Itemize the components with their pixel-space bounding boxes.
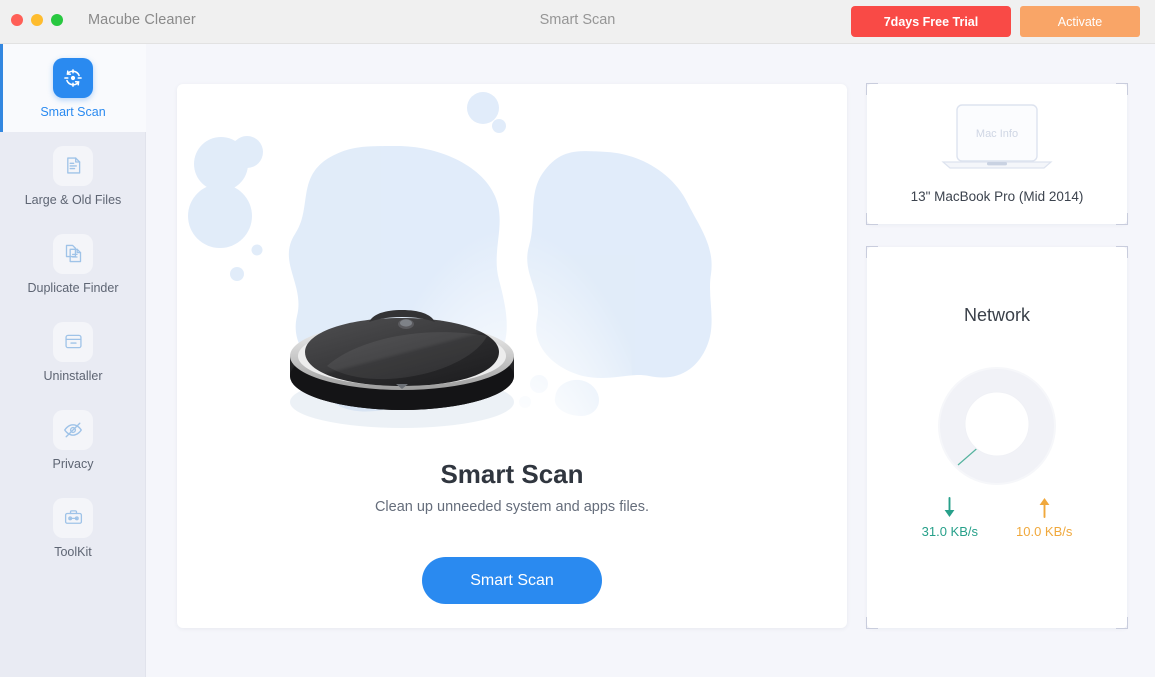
sidebar-item-label: Uninstaller: [43, 368, 103, 383]
corner-bracket-icon: [866, 617, 878, 629]
duplicate-documents-icon: [53, 233, 93, 274]
download-value: 31.0 KB/s: [921, 524, 978, 539]
sidebar-item-large-old-files[interactable]: Large & Old Files: [0, 132, 146, 220]
sidebar-item-label: ToolKit: [54, 544, 92, 559]
corner-bracket-icon: [866, 213, 878, 225]
app-window: Macube Cleaner Smart Scan 7days Free Tri…: [0, 0, 1155, 677]
network-stats: 31.0 KB/s 10.0 KB/s: [867, 495, 1127, 539]
sidebar: Smart Scan Large & Old Files Duplicate F…: [0, 44, 146, 677]
smart-scan-target-icon: [53, 57, 93, 98]
sidebar-item-duplicate-finder[interactable]: Duplicate Finder: [0, 220, 146, 308]
mac-info-art-label: Mac Info: [976, 128, 1018, 140]
arrow-up-icon: [1037, 495, 1052, 521]
page-subtitle: Clean up unneeded system and apps files.: [374, 499, 650, 515]
upload-value: 10.0 KB/s: [1016, 524, 1073, 539]
robot-vacuum-cleaner-illustration: [177, 84, 847, 444]
sidebar-item-uninstaller[interactable]: Uninstaller: [0, 308, 146, 396]
network-card[interactable]: Network 31.0 KB/s 10.0 KB/s: [866, 246, 1128, 629]
download-stat: 31.0 KB/s: [922, 495, 978, 539]
mac-model-label: 13" MacBook Pro (Mid 2014): [910, 189, 1084, 204]
corner-bracket-icon: [866, 83, 878, 95]
title-bar: Macube Cleaner Smart Scan 7days Free Tri…: [0, 0, 1155, 44]
document-icon: [53, 145, 93, 186]
sidebar-item-label: Smart Scan: [40, 104, 106, 119]
sidebar-item-label: Large & Old Files: [24, 192, 122, 207]
corner-bracket-icon: [1116, 617, 1128, 629]
activate-button[interactable]: Activate: [1020, 6, 1140, 37]
free-trial-button[interactable]: 7days Free Trial: [851, 6, 1011, 37]
sidebar-item-label: Duplicate Finder: [27, 280, 119, 295]
network-gauge: [931, 360, 1063, 497]
page-title: Smart Scan: [440, 459, 584, 489]
upload-stat: 10.0 KB/s: [1016, 495, 1072, 539]
sidebar-item-toolkit[interactable]: ToolKit: [0, 484, 146, 572]
corner-bracket-icon: [1116, 83, 1128, 95]
corner-bracket-icon: [1116, 246, 1128, 258]
eye-slash-icon: [53, 409, 93, 450]
sidebar-item-label: Privacy: [52, 456, 94, 471]
smart-scan-button[interactable]: Smart Scan: [422, 557, 602, 604]
arrow-down-icon: [942, 495, 957, 521]
sidebar-item-smart-scan[interactable]: Smart Scan: [0, 44, 146, 132]
corner-bracket-icon: [1116, 213, 1128, 225]
mac-info-card[interactable]: Mac Info 13" MacBook Pro (Mid 2014): [866, 83, 1128, 225]
box-icon: [53, 321, 93, 362]
network-title: Network: [963, 305, 1030, 325]
macbook-illustration: Mac Info: [940, 102, 1054, 181]
sidebar-item-privacy[interactable]: Privacy: [0, 396, 146, 484]
toolbox-icon: [53, 497, 93, 538]
corner-bracket-icon: [866, 246, 878, 258]
smart-scan-panel: Smart Scan Clean up unneeded system and …: [177, 84, 847, 628]
